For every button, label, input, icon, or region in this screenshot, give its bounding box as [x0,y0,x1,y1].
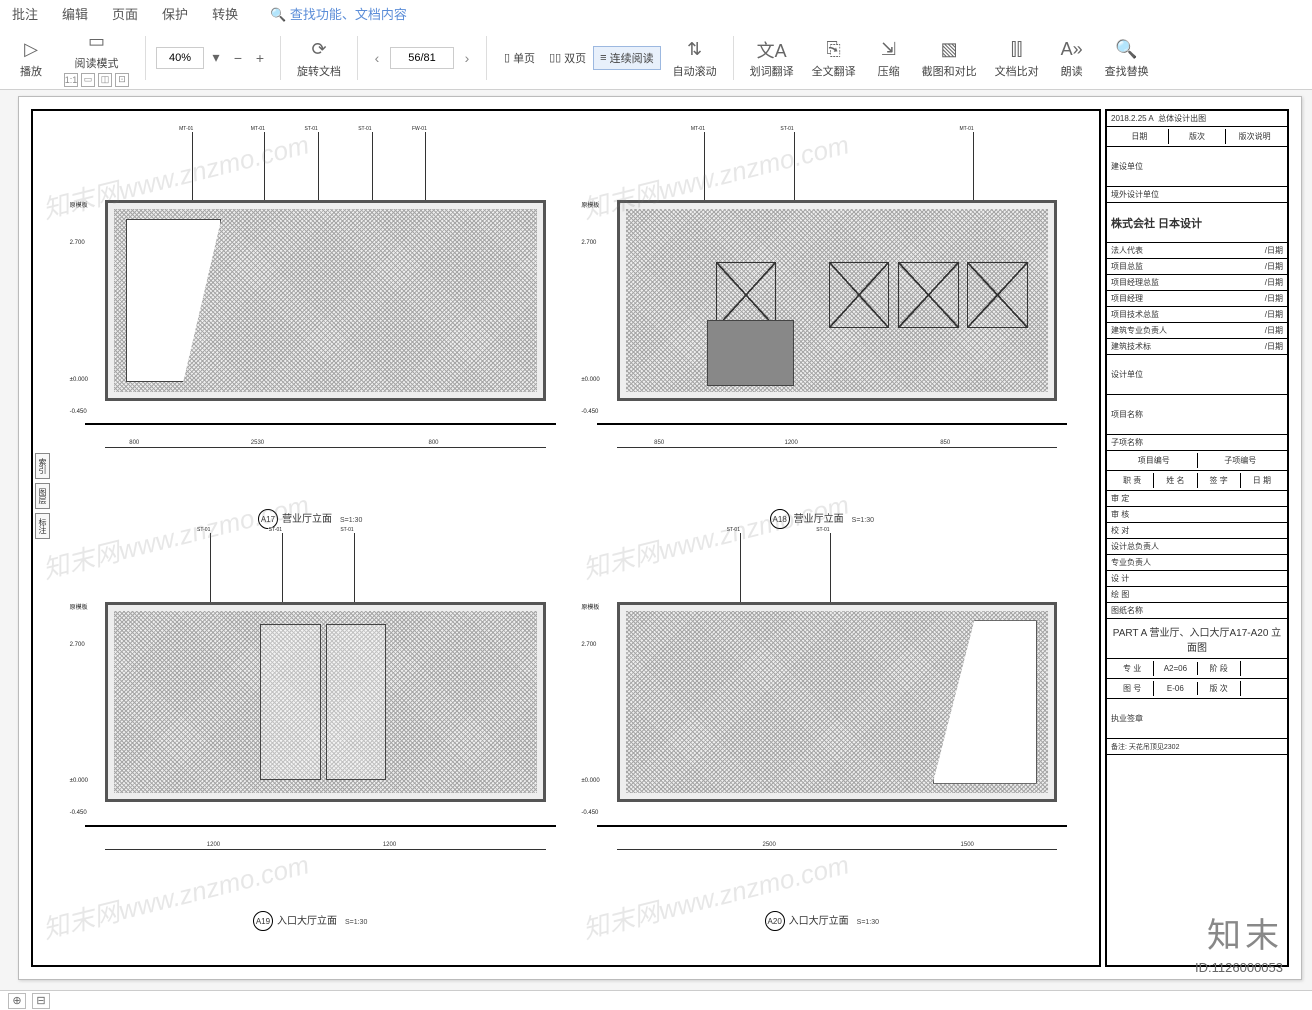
read-aloud-button[interactable]: A»朗读 [1051,35,1093,81]
speaker-icon: A» [1061,37,1083,63]
zoom-in-button[interactable]: + [250,48,270,68]
menu-page[interactable]: 页面 [112,4,138,23]
status-expand-button[interactable]: ⊕ [8,993,26,1009]
find-replace-button[interactable]: 🔍查找替换 [1099,35,1155,81]
title-block: 2018.2.25 A 总体设计出图 日期版次版次说明 建设单位 境外设计单位 … [1105,109,1289,967]
elevation-a17: MT-01MT-01ST-01ST-01FW-01 原模板 2.700 ±0.0… [54,128,566,529]
compress-icon: ⇲ [881,37,896,63]
view-single-button[interactable]: ▯单页 [497,46,542,70]
zoom-input[interactable] [156,47,204,69]
status-collapse-button[interactable]: ⊟ [32,993,50,1009]
prev-page-button[interactable]: ‹ [368,50,386,66]
view-double-button[interactable]: ▯▯双页 [542,46,593,70]
full-translate-icon: ⎘ [826,37,840,63]
zoom-control: ▾ − + [156,47,270,69]
menu-protect[interactable]: 保护 [162,4,188,23]
fit-4-icon[interactable]: ⊡ [115,73,129,87]
translate-icon: 文A [757,37,787,63]
fit-3-icon[interactable]: ◫ [98,73,112,87]
autoscroll-icon: ⇅ [687,37,702,63]
search-hint[interactable]: 🔍 查找功能、文档内容 [270,4,407,23]
brand-watermark: 知末 [1207,908,1283,957]
next-page-button[interactable]: › [458,50,476,66]
screenshot-icon: ▧ [941,37,958,63]
elevation-a18: MT-01ST-01MT-01 原模板 2.700 ±0.000 -0.450 [566,128,1078,529]
toolbar: ▷播放 ▭阅读模式1:1▭◫⊡ ▾ − + ⟳旋转文档 ‹ › ▯单页 ▯▯双页… [0,26,1312,90]
file-compare-button[interactable]: ⫿⫿文档比对 [989,35,1045,81]
page-input[interactable] [390,47,454,69]
menu-bar: 批注 编辑 页面 保护 转换 🔍 查找功能、文档内容 [0,0,1312,26]
document-viewport[interactable]: 索引图层标注 MT-01MT-01ST-01ST-01FW-01 原模板 2.7… [0,90,1312,990]
compress-button[interactable]: ⇲压缩 [868,35,910,81]
pdf-page: 索引图层标注 MT-01MT-01ST-01ST-01FW-01 原模板 2.7… [18,96,1302,980]
page-navigator: ‹ › [368,47,476,69]
rotate-icon: ⟳ [311,37,326,63]
search-icon: 🔍 [1115,37,1137,63]
elevation-a20: ST-01ST-01 原模板 2.700 ±0.000 -0.450 25001… [566,529,1078,930]
autoscroll-button[interactable]: ⇅自动滚动 [667,35,723,81]
word-translate-button[interactable]: 文A划词翻译 [744,35,800,81]
play-button[interactable]: ▷播放 [10,35,52,81]
screenshot-button[interactable]: ▧截图和对比 [916,35,983,81]
fit-1-icon[interactable]: 1:1 [64,73,78,87]
drawing-area: 索引图层标注 MT-01MT-01ST-01ST-01FW-01 原模板 2.7… [31,109,1101,967]
rotate-button[interactable]: ⟳旋转文档 [291,35,347,81]
read-mode-button[interactable]: ▭阅读模式1:1▭◫⊡ [58,27,135,89]
zoom-dropdown[interactable]: ▾ [206,48,226,68]
zoom-out-button[interactable]: − [228,48,248,68]
book-icon: ▭ [88,29,105,55]
side-tabs: 索引图层标注 [35,453,49,543]
view-continuous-button[interactable]: ≡连续阅读 [593,46,660,70]
menu-convert[interactable]: 转换 [212,4,238,23]
asset-id: ID:1126000053 [1195,960,1283,975]
fit-2-icon[interactable]: ▭ [81,73,95,87]
menu-annotate[interactable]: 批注 [12,4,38,23]
status-bar: ⊕ ⊟ [0,990,1312,1010]
compare-icon: ⫿⫿ [1011,37,1023,63]
play-icon: ▷ [24,37,38,63]
full-translate-button[interactable]: ⎘全文翻译 [806,35,862,81]
elevation-a19: ST-01ST-01ST-01 原模板 2.700 ±0.000 -0.450 … [54,529,566,930]
menu-edit[interactable]: 编辑 [62,4,88,23]
